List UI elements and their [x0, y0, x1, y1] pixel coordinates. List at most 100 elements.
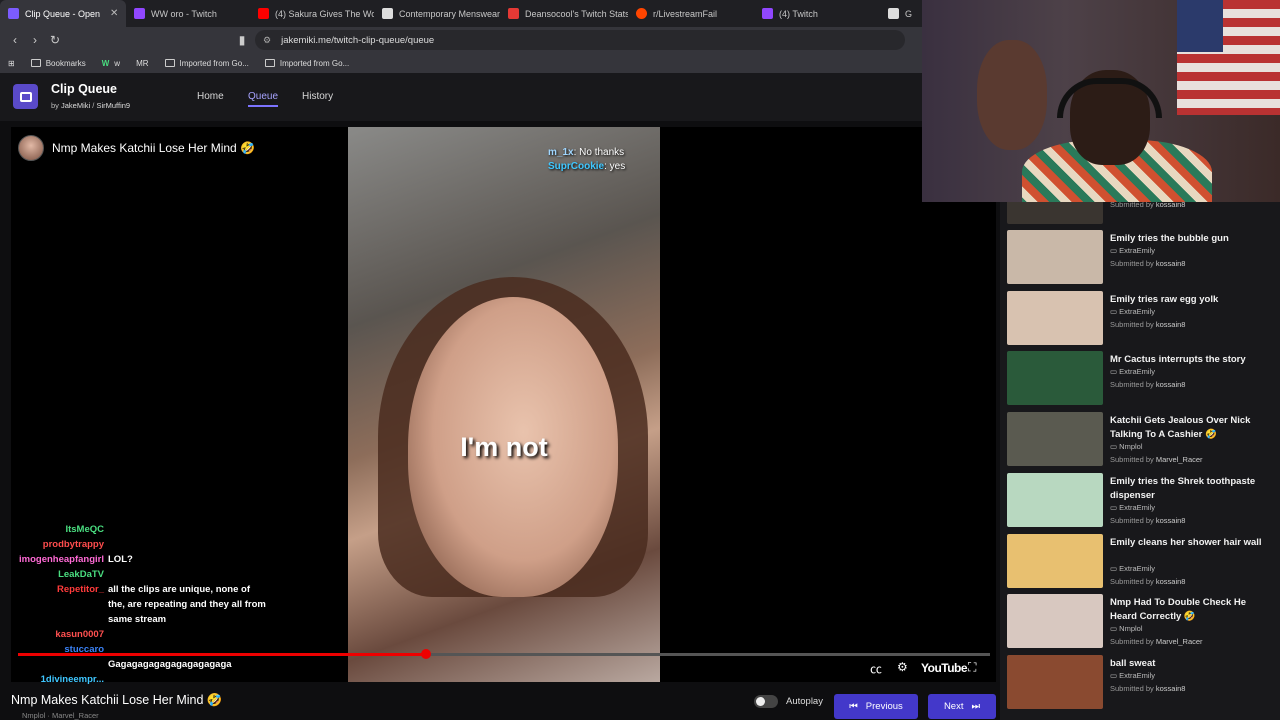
queue-item-title[interactable]: Emily tries the Shrek toothpaste dispens…: [1110, 475, 1270, 503]
video-overlay-chat: m_1x: No thanks SuprCookie: yes: [548, 147, 626, 172]
chat-username[interactable]: [0, 657, 104, 672]
fullscreen-icon[interactable]: ⛶: [968, 660, 976, 675]
queue-item[interactable]: ball sweat ▭ ExtraEmily Submitted by kossa…: [1007, 655, 1275, 713]
submitter-name[interactable]: kossain8: [1156, 684, 1186, 693]
chat-username[interactable]: Repetitor_: [0, 582, 104, 627]
chat-message: Gagagagagagagagagagaga: [0, 657, 270, 672]
chat-username[interactable]: stuccaro: [0, 642, 104, 657]
close-icon[interactable]: ✕: [110, 8, 118, 19]
bookmark-w[interactable]: Ww: [94, 59, 128, 68]
clip-thumbnail[interactable]: [1007, 534, 1103, 588]
streamer-webcam: [922, 0, 1280, 202]
tab-youtube-sakura[interactable]: (4) Sakura Gives The Wor: [250, 0, 374, 27]
queue-item-title[interactable]: Katchii Gets Jealous Over Nick Talking T…: [1110, 414, 1270, 442]
queue-item-channel[interactable]: ▭ ExtraEmily: [1110, 246, 1155, 255]
next-button[interactable]: Next ⏭: [928, 694, 996, 719]
tab-twitch[interactable]: (4) Twitch: [754, 0, 880, 27]
youtube-logo[interactable]: YouTube: [921, 661, 968, 675]
queue-item-submitter: Submitted by Marvel_Racer: [1110, 637, 1203, 646]
queue-item[interactable]: Nmp Had To Double Check He Heard Correct…: [1007, 594, 1275, 652]
tab-clip-queue[interactable]: Clip Queue - Open ✕: [0, 0, 126, 27]
queue-item-title[interactable]: Emily cleans her shower hair wall: [1110, 536, 1270, 550]
clip-thumbnail[interactable]: [1007, 291, 1103, 345]
queue-item[interactable]: Emily tries the Shrek toothpaste dispens…: [1007, 473, 1275, 531]
tab-x[interactable]: G: [880, 0, 920, 27]
submitter-name[interactable]: kossain8: [1156, 320, 1186, 329]
x-favicon-icon: [888, 8, 899, 19]
settings-gear-icon[interactable]: ⚙: [897, 660, 908, 674]
nav-home[interactable]: Home: [197, 91, 224, 102]
channel-icon: ▭: [1110, 246, 1120, 255]
queue-item-channel[interactable]: ▭ Nmplol: [1110, 624, 1143, 633]
queue-item[interactable]: Emily tries the bubble gun ▭ ExtraEmily Su…: [1007, 230, 1275, 288]
queue-item-title[interactable]: Emily tries the bubble gun: [1110, 232, 1270, 246]
queue-item-channel[interactable]: ▭ ExtraEmily: [1110, 671, 1155, 680]
queue-item-title[interactable]: Nmp Had To Double Check He Heard Correct…: [1110, 596, 1270, 624]
queue-item-channel[interactable]: ▭ ExtraEmily: [1110, 367, 1155, 376]
clip-thumbnail[interactable]: [1007, 412, 1103, 466]
queue-item-channel[interactable]: ▭ ExtraEmily: [1110, 307, 1155, 316]
bookmark-bookmarks[interactable]: Bookmarks: [23, 59, 94, 68]
forward-icon[interactable]: ›: [25, 33, 45, 47]
clip-queue-logo-icon[interactable]: [13, 84, 38, 109]
chat-message: Repetitor_ all the clips are unique, none…: [0, 582, 270, 627]
submitter-name[interactable]: kossain8: [1156, 380, 1186, 389]
clip-thumbnail[interactable]: [1007, 473, 1103, 527]
queue-item-title[interactable]: Emily tries raw egg yolk: [1110, 293, 1270, 307]
submitter-name[interactable]: kossain8: [1156, 577, 1186, 586]
bookmark-mr[interactable]: MR: [128, 59, 156, 68]
bookmarks-bar: ⊞ Bookmarks Ww MR Imported from Go... Im…: [0, 53, 925, 73]
clip-thumbnail[interactable]: [1007, 351, 1103, 405]
reload-icon[interactable]: ↻: [45, 33, 65, 47]
previous-button[interactable]: ⏮ Previous: [834, 694, 918, 719]
url-input[interactable]: ⚙ jakemiki.me/twitch-clip-queue/queue: [255, 30, 905, 50]
app-title[interactable]: Clip Queue: [51, 82, 117, 96]
bookmark-imported-1[interactable]: Imported from Go...: [157, 59, 257, 68]
player-clip-title[interactable]: Nmp Makes Katchii Lose Her Mind 🤣: [18, 135, 255, 161]
clip-thumbnail[interactable]: [1007, 200, 1103, 224]
nav-history[interactable]: History: [302, 91, 333, 102]
clip-thumbnail[interactable]: [1007, 230, 1103, 284]
queue-item[interactable]: Mr Cactus interrupts the story ▭ ExtraEmi…: [1007, 351, 1275, 409]
chat-username[interactable]: prodbytrappy: [0, 537, 104, 552]
tab-livestreamfail[interactable]: r/LivestreamFail: [628, 0, 754, 27]
queue-item-title[interactable]: Mr Cactus interrupts the story: [1110, 353, 1270, 367]
video-frame[interactable]: I'm not: [348, 127, 660, 682]
back-icon[interactable]: ‹: [5, 33, 25, 47]
queue-item-channel[interactable]: ▭ ExtraEmily: [1110, 564, 1155, 573]
tab-ww-oro[interactable]: WW oro - Twitch: [126, 0, 250, 27]
nav-queue[interactable]: Queue: [248, 91, 279, 107]
chat-text: [108, 627, 268, 642]
clip-thumbnail[interactable]: [1007, 594, 1103, 648]
bookmark-imported-2[interactable]: Imported from Go...: [257, 59, 357, 68]
autoplay-toggle[interactable]: [754, 695, 778, 708]
author-jakemiki[interactable]: JakeMiki: [61, 101, 90, 110]
bookmark-icon[interactable]: ▮: [232, 33, 252, 47]
chat-username[interactable]: LeakDaTV: [0, 567, 104, 582]
tab-twitch-stats[interactable]: Deansocool's Twitch Stats: [500, 0, 628, 27]
queue-item[interactable]: Katchii Gets Jealous Over Nick Talking T…: [1007, 412, 1275, 470]
tab-label: (4) Sakura Gives The Wor: [275, 8, 374, 19]
queue-item[interactable]: Emily cleans her shower hair wall ▭ Extra…: [1007, 534, 1275, 592]
site-info-icon[interactable]: ⚙: [263, 35, 271, 46]
channel-icon: ▭: [1110, 671, 1120, 680]
author-sirmuffin9[interactable]: SirMuffin9: [96, 101, 130, 110]
chat-username[interactable]: kasun0007: [0, 627, 104, 642]
chat-username[interactable]: ItsMeQC: [0, 522, 104, 537]
tab-menswear[interactable]: Contemporary Menswear: [374, 0, 500, 27]
clip-thumbnail[interactable]: [1007, 655, 1103, 709]
submitter-name[interactable]: kossain8: [1156, 516, 1186, 525]
queue-item-channel[interactable]: ▭ ExtraEmily: [1110, 503, 1155, 512]
queue-item-title[interactable]: ball sweat: [1110, 657, 1270, 671]
submitter-name[interactable]: Marvel_Racer: [1156, 455, 1203, 464]
submitter-name[interactable]: kossain8: [1156, 259, 1186, 268]
chat-username[interactable]: imogenheapfangirl: [0, 552, 104, 567]
chat-username[interactable]: 1divineempr...: [0, 672, 104, 687]
queue-item-channel[interactable]: ▭ Nmplol: [1110, 442, 1143, 451]
avatar[interactable]: [18, 135, 44, 161]
apps-grid-icon[interactable]: ⊞: [0, 59, 23, 68]
reddit-favicon-icon: [636, 8, 647, 19]
queue-item[interactable]: Emily tries raw egg yolk ▭ ExtraEmily Subm…: [1007, 291, 1275, 349]
captions-icon[interactable]: ㏄: [870, 660, 882, 677]
submitter-name[interactable]: Marvel_Racer: [1156, 637, 1203, 646]
